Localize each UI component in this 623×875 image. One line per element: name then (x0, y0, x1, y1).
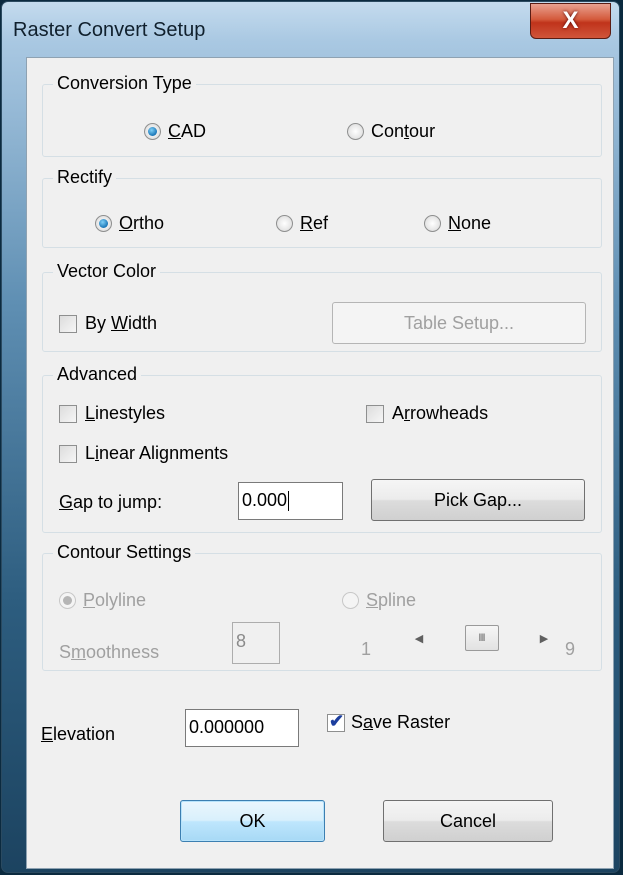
none-radio[interactable] (424, 215, 441, 232)
ref-label[interactable]: Ref (300, 213, 328, 234)
text-caret (288, 491, 290, 512)
ortho-label[interactable]: Ortho (119, 213, 164, 234)
gap-to-jump-input[interactable]: 0.000 (238, 482, 343, 520)
slider-thumb[interactable]: III (464, 625, 499, 651)
by-width-checkbox[interactable] (59, 315, 77, 333)
smoothness-slider[interactable]: ◀ III ▶ (409, 625, 554, 651)
polyline-label[interactable]: Polyline (83, 590, 146, 611)
save-raster-checkbox[interactable]: ✔ (327, 711, 345, 732)
conversion-type-group (42, 84, 602, 157)
cad-radio[interactable] (144, 123, 161, 140)
linear-alignments-label[interactable]: Linear Alignments (85, 443, 228, 464)
vector-color-title: Vector Color (53, 261, 161, 282)
ok-button[interactable]: OK (180, 800, 325, 842)
linear-alignments-checkbox[interactable] (59, 445, 77, 463)
gap-to-jump-label: Gap to jump: (59, 492, 163, 512)
rectify-title: Rectify (53, 167, 117, 188)
contour-settings-title: Contour Settings (53, 542, 196, 563)
dialog-client-area: Conversion Type CAD Contour Rectify Orth… (26, 57, 614, 869)
scroll-left-icon[interactable]: ◀ (409, 625, 429, 651)
scroll-right-icon[interactable]: ▶ (534, 625, 554, 651)
elevation-label: Elevation (41, 724, 116, 744)
dialog-window: Raster Convert Setup X Conversion Type C… (1, 1, 620, 873)
spline-radio[interactable] (342, 592, 359, 609)
advanced-title: Advanced (53, 364, 142, 385)
elevation-input[interactable]: 0.000000 (185, 709, 299, 747)
window-title: Raster Convert Setup (13, 19, 206, 41)
none-label[interactable]: None (448, 213, 491, 234)
by-width-label[interactable]: By Width (85, 313, 157, 334)
close-icon: X (562, 7, 579, 34)
linestyles-checkbox[interactable] (59, 405, 77, 423)
ortho-radio[interactable] (95, 215, 112, 232)
cad-label[interactable]: CAD (168, 121, 206, 142)
pick-gap-button[interactable]: Pick Gap... (371, 479, 585, 521)
smoothness-label: Smoothness (59, 642, 160, 662)
checkmark-icon: ✔ (329, 711, 345, 731)
table-setup-button[interactable]: Table Setup... (332, 302, 586, 344)
polyline-radio[interactable] (59, 592, 76, 609)
arrowheads-checkbox[interactable] (366, 405, 384, 423)
cancel-button[interactable]: Cancel (383, 800, 553, 842)
contour-radio[interactable] (347, 123, 364, 140)
linestyles-label[interactable]: Linestyles (85, 403, 165, 424)
ref-radio[interactable] (276, 215, 293, 232)
spline-label[interactable]: Spline (366, 590, 416, 611)
smoothness-input[interactable]: 8 (232, 622, 280, 664)
smoothness-max-label: 9 (565, 639, 576, 659)
save-raster-label[interactable]: Save Raster (351, 712, 450, 733)
close-button[interactable]: X (530, 3, 611, 39)
conversion-type-title: Conversion Type (53, 73, 196, 94)
smoothness-min-label: 1 (361, 639, 372, 659)
contour-label[interactable]: Contour (371, 121, 435, 142)
arrowheads-label[interactable]: Arrowheads (392, 403, 488, 424)
